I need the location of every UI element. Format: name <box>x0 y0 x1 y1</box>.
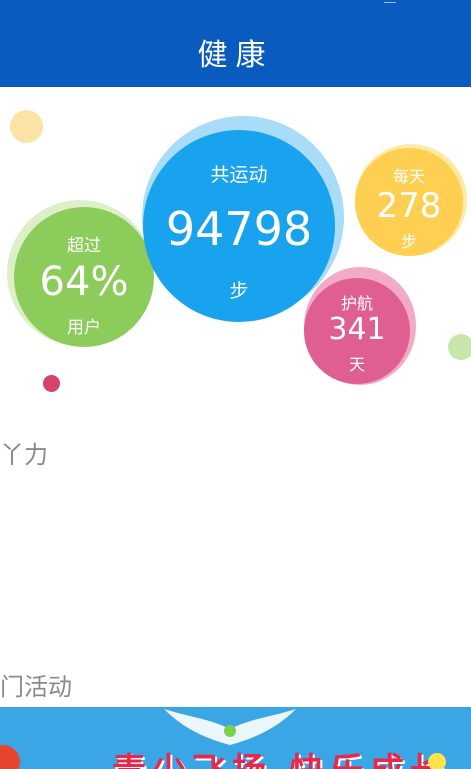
page-title: 健康 <box>197 38 274 73</box>
days-top-label: 护航 <box>340 294 373 313</box>
banner-sun-icon <box>428 753 446 769</box>
wings-icon <box>164 709 296 745</box>
percent-bubble[interactable]: 超过 64% 用户 <box>14 207 154 347</box>
decor-dot-yellow <box>10 110 43 143</box>
daily-steps-bubble[interactable]: 每天 278 步 <box>355 148 463 256</box>
decor-dot-red <box>43 375 60 392</box>
banner-ball-icon <box>0 745 20 769</box>
app-header: 健康 <box>0 0 471 87</box>
percent-top-label: 超过 <box>67 236 101 256</box>
status-indicator <box>384 0 396 3</box>
guard-days-bubble[interactable]: 护航 341 天 <box>304 278 410 384</box>
total-steps-value: 94798 <box>165 202 313 256</box>
daily-steps-value: 278 <box>376 186 442 226</box>
daily-bottom-label: 步 <box>400 232 417 251</box>
popular-activities-title: 门活动 <box>0 673 72 701</box>
daily-top-label: 每天 <box>392 167 425 186</box>
guard-days-value: 341 <box>328 312 386 347</box>
percent-value: 64% <box>39 259 129 305</box>
vitality-section-title: 丫力 <box>0 441 48 469</box>
percent-bottom-label: 用户 <box>67 318 101 338</box>
banner-title: 青少飞扬 快乐成长 <box>112 743 450 769</box>
activity-banner[interactable]: 青少飞扬 快乐成长 <box>0 707 471 769</box>
decor-dot-green <box>448 334 471 360</box>
days-bottom-label: 天 <box>348 355 365 374</box>
total-top-label: 共运动 <box>210 164 268 186</box>
